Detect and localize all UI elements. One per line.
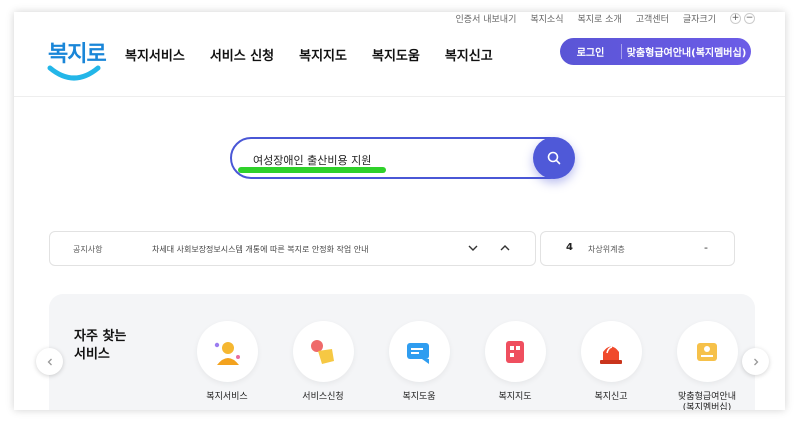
service-item[interactable]: 복지서비스: [187, 321, 267, 403]
hand-pointer-icon: [311, 339, 334, 364]
util-link-about[interactable]: 복지로 소개: [577, 12, 621, 25]
service-item[interactable]: 서비스신청: [283, 321, 363, 403]
browser-frame: 인증서 내보내기 복지소식 복지로 소개 고객센터 글자크기 + − 복지로 복…: [14, 12, 785, 410]
stat-change: -: [704, 241, 708, 254]
id-card-icon: [697, 342, 717, 361]
logo-smile-icon: [47, 65, 101, 81]
chevron-down-icon[interactable]: [466, 241, 480, 255]
util-link-news[interactable]: 복지소식: [530, 12, 563, 25]
nav-item-welfare-map[interactable]: 복지지도: [299, 45, 347, 64]
login-button[interactable]: 로그인: [560, 44, 622, 59]
utility-bar: 인증서 내보내기 복지소식 복지로 소개 고객센터 글자크기 + −: [456, 12, 755, 25]
notice-text[interactable]: 차세대 사회보장정보시스템 개통에 따른 복지로 안정화 작업 안내: [152, 244, 369, 255]
service-label: 복지서비스: [206, 392, 248, 402]
carousel-prev-button[interactable]: [36, 348, 63, 375]
service-label: 맞춤형급여안내 (복지멤버십): [678, 392, 736, 410]
frequent-services-panel: 자주 찾는 서비스 복지서비스 서비스신청 복지도움 복지지도 복지신고 맞춤형…: [49, 294, 755, 410]
service-icon-circle: [292, 321, 354, 382]
font-size-controls: + −: [730, 12, 755, 24]
carousel-next-button[interactable]: [742, 348, 769, 375]
person-icon: [214, 341, 240, 365]
service-icon-circle: [580, 321, 642, 382]
font-size-increase-button[interactable]: +: [730, 12, 741, 24]
util-link-cert-export[interactable]: 인증서 내보내기: [456, 12, 517, 25]
map-icon: [506, 340, 524, 363]
site-logo[interactable]: 복지로: [46, 34, 107, 88]
service-item[interactable]: 복지신고: [571, 321, 651, 403]
search-input[interactable]: 여성장애인 출산비용 지원: [253, 152, 371, 168]
notice-bar: 공지사항 차세대 사회보장정보시스템 개통에 따른 복지로 안정화 작업 안내: [49, 231, 536, 266]
nav-item-welfare-service[interactable]: 복지서비스: [125, 45, 185, 64]
nav-item-welfare-help[interactable]: 복지도움: [372, 45, 420, 64]
header-button-group: 로그인 맞춤형급여안내(복지멤버십): [560, 38, 751, 65]
service-label: 서비스신청: [302, 392, 344, 402]
services-title: 자주 찾는 서비스: [74, 329, 127, 362]
stat-label: 차상위계층: [588, 245, 625, 254]
stat-number: 4: [566, 242, 573, 253]
font-size-decrease-button[interactable]: −: [744, 12, 755, 24]
service-icon-circle: [676, 321, 738, 382]
search-button[interactable]: [533, 137, 575, 179]
chevron-left-icon: [47, 358, 52, 365]
util-link-support[interactable]: 고객센터: [636, 12, 669, 25]
service-icon-circle: [388, 321, 450, 382]
service-label: 복지지도: [498, 392, 532, 402]
service-item[interactable]: 맞춤형급여안내 (복지멤버십): [667, 321, 747, 410]
chevron-up-icon[interactable]: [498, 241, 512, 255]
service-item[interactable]: 복지지도: [475, 321, 555, 403]
stat-bar[interactable]: 4 차상위계층 -: [540, 231, 735, 266]
siren-icon: [600, 345, 622, 364]
chat-icon: [407, 342, 429, 364]
main-nav: 복지서비스 서비스 신청 복지지도 복지도움 복지신고: [125, 45, 493, 64]
service-item[interactable]: 복지도움: [379, 321, 459, 403]
service-icon-circle: [196, 321, 258, 382]
search-icon: [547, 151, 561, 165]
util-font-size-label: 글자크기: [682, 14, 716, 25]
notice-label: 공지사항: [73, 245, 103, 254]
service-label: 복지신고: [594, 392, 628, 402]
custom-benefit-button[interactable]: 맞춤형급여안내(복지멤버십): [622, 44, 751, 59]
nav-item-service-apply[interactable]: 서비스 신청: [210, 45, 274, 64]
chevron-right-icon: [753, 358, 758, 365]
header-divider: [14, 96, 785, 97]
search-highlight-underline: [238, 167, 386, 173]
service-label: 복지도움: [402, 392, 436, 402]
service-icon-circle: [484, 321, 546, 382]
nav-item-welfare-report[interactable]: 복지신고: [445, 45, 493, 64]
